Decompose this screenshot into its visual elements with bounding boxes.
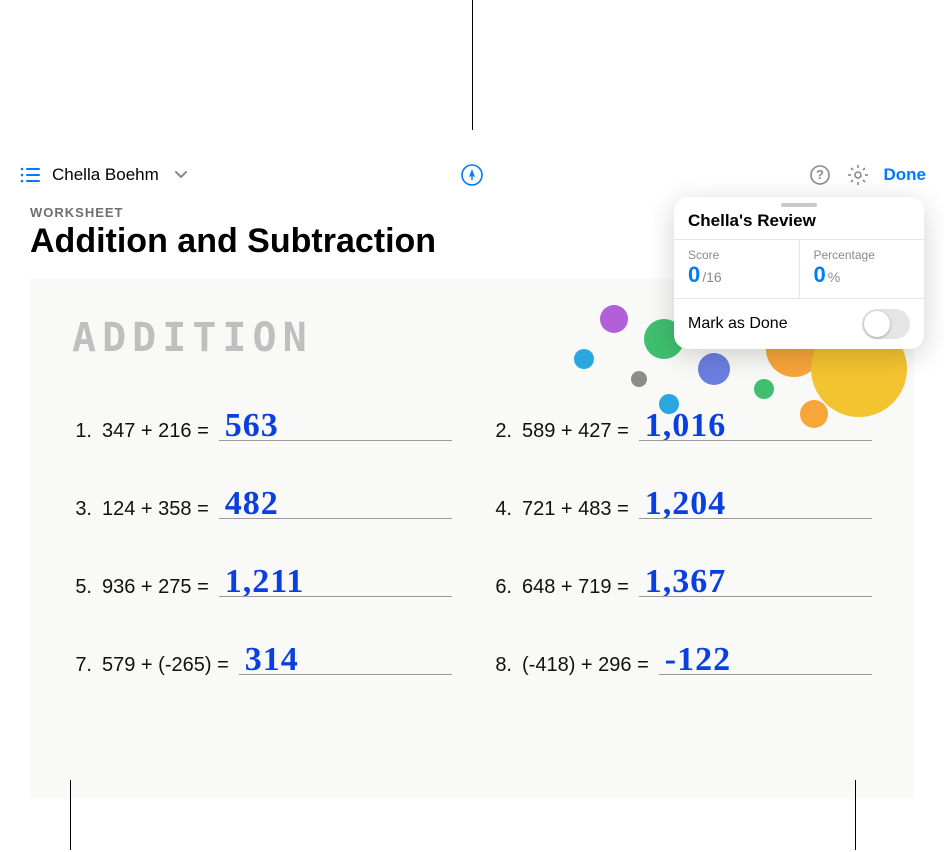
handwritten-answer: 1,367 <box>645 563 727 601</box>
problem-number: 1. <box>72 420 92 443</box>
problems-grid: 1. 347 + 216 = 563 2. 589 + 427 = 1,016 3. 124 … <box>30 409 914 721</box>
drag-handle[interactable] <box>781 203 817 207</box>
problem-cell[interactable]: 3. 124 + 358 = 482 <box>72 487 452 521</box>
problem-cell[interactable]: 8. (-418) + 296 = -122 <box>492 643 872 677</box>
problem-number: 6. <box>492 576 512 599</box>
problem-expression: (-418) + 296 = <box>522 654 649 677</box>
problem-number: 8. <box>492 654 512 677</box>
percentage-suffix: % <box>828 269 840 285</box>
answer-field[interactable]: -122 <box>659 643 872 677</box>
top-bar: Chella Boehm ? Done <box>12 155 932 195</box>
answer-field[interactable]: 1,367 <box>639 565 872 599</box>
review-title: Chella's Review <box>674 211 924 239</box>
problem-cell[interactable]: 5. 936 + 275 = 1,211 <box>72 565 452 599</box>
problem-number: 2. <box>492 420 512 443</box>
handwritten-answer: 1,211 <box>225 563 305 601</box>
score-cell[interactable]: Score 0 /16 <box>674 240 799 298</box>
answer-field[interactable]: 1,204 <box>639 487 872 521</box>
answer-field[interactable]: 482 <box>219 487 452 521</box>
callout-line-left <box>70 780 71 850</box>
handwritten-answer: 1,016 <box>645 407 727 445</box>
callout-line-right <box>855 780 856 850</box>
handwritten-answer: 314 <box>245 641 299 679</box>
problem-cell[interactable]: 6. 648 + 719 = 1,367 <box>492 565 872 599</box>
problem-expression: 936 + 275 = <box>102 576 209 599</box>
problem-expression: 721 + 483 = <box>522 498 629 521</box>
problem-cell[interactable]: 2. 589 + 427 = 1,016 <box>492 409 872 443</box>
answer-field[interactable]: 314 <box>239 643 452 677</box>
problem-expression: 579 + (-265) = <box>102 654 229 677</box>
problem-cell[interactable]: 4. 721 + 483 = 1,204 <box>492 487 872 521</box>
list-icon[interactable] <box>18 163 42 187</box>
callout-line-top <box>472 0 473 130</box>
problem-cell[interactable]: 1. 347 + 216 = 563 <box>72 409 452 443</box>
gear-icon[interactable] <box>846 163 870 187</box>
problem-expression: 347 + 216 = <box>102 420 209 443</box>
problem-expression: 648 + 719 = <box>522 576 629 599</box>
mark-done-label: Mark as Done <box>688 315 788 333</box>
done-button[interactable]: Done <box>884 165 927 185</box>
problem-number: 3. <box>72 498 92 521</box>
student-name-dropdown[interactable]: Chella Boehm <box>52 165 159 185</box>
worksheet-sheet[interactable]: ADDITION 1.347 + 216 =5632.589 + 427 =1,… <box>30 279 914 799</box>
percentage-label: Percentage <box>814 248 911 262</box>
mark-done-toggle[interactable] <box>862 309 910 339</box>
help-icon[interactable]: ? <box>808 163 832 187</box>
problem-number: 4. <box>492 498 512 521</box>
problem-number: 7. <box>72 654 92 677</box>
student-name-label: Chella Boehm <box>52 165 159 184</box>
problem-number: 5. <box>72 576 92 599</box>
app-window: Chella Boehm ? Done WORKSHEET Addition a… <box>12 155 932 782</box>
handwritten-answer: 1,204 <box>645 485 727 523</box>
problem-expression: 124 + 358 = <box>102 498 209 521</box>
answer-field[interactable]: 1,016 <box>639 409 872 443</box>
score-label: Score <box>688 248 785 262</box>
problem-expression: 589 + 427 = <box>522 420 629 443</box>
percentage-value: 0 <box>814 262 826 288</box>
answer-field[interactable]: 1,211 <box>219 565 452 599</box>
markup-pen-icon[interactable] <box>460 163 484 187</box>
handwritten-answer: 563 <box>225 407 279 445</box>
handwritten-answer: 482 <box>225 485 279 523</box>
score-value: 0 <box>688 262 700 288</box>
review-panel[interactable]: Chella's Review Score 0 /16 Percentage 0… <box>674 197 924 349</box>
answer-field[interactable]: 563 <box>219 409 452 443</box>
handwritten-answer: -122 <box>665 641 731 679</box>
percentage-cell[interactable]: Percentage 0 % <box>799 240 925 298</box>
chevron-down-icon[interactable] <box>169 163 193 187</box>
problem-cell[interactable]: 7. 579 + (-265) = 314 <box>72 643 452 677</box>
score-total: /16 <box>702 269 721 285</box>
svg-text:?: ? <box>816 167 824 182</box>
